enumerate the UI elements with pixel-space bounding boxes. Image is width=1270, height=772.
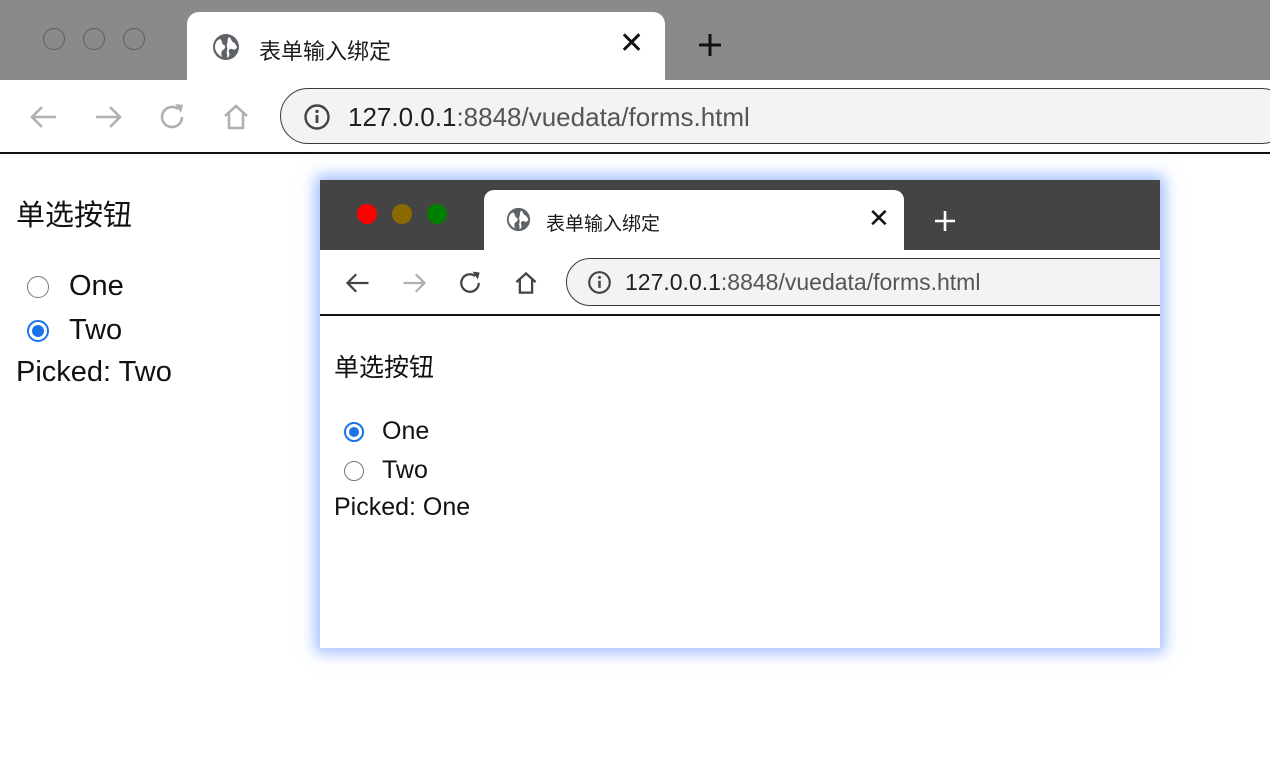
radio-label: Two <box>69 314 123 346</box>
home-icon[interactable] <box>220 101 252 138</box>
url-text: 127.0.0.1:8848/vuedata/forms.html <box>625 269 980 296</box>
back-arrow-icon[interactable] <box>28 101 60 138</box>
window-minimize-light[interactable] <box>83 28 105 50</box>
globe-icon <box>212 33 240 66</box>
inner-browser-toolbar: 127.0.0.1:8848/vuedata/forms.html <box>320 250 1160 316</box>
home-icon[interactable] <box>512 269 540 302</box>
info-icon[interactable] <box>303 103 331 136</box>
reload-icon[interactable] <box>156 101 188 138</box>
close-icon[interactable]: ✕ <box>619 29 644 59</box>
browser-tab[interactable]: 表单输入绑定 ✕ <box>187 12 665 80</box>
radio-option-two[interactable]: Two <box>27 314 122 347</box>
radio-button[interactable] <box>27 319 49 342</box>
inner-tab-strip: 表单输入绑定 ✕ <box>320 180 1160 250</box>
address-bar[interactable]: 127.0.0.1:8848/vuedata/forms.html <box>566 258 1160 306</box>
radio-button[interactable] <box>344 421 364 442</box>
radio-option-one[interactable]: One <box>344 417 429 446</box>
reload-icon[interactable] <box>456 269 484 302</box>
tab-strip: 表单输入绑定 ✕ <box>0 0 1270 80</box>
radio-button[interactable] <box>344 460 364 481</box>
back-arrow-icon[interactable] <box>344 269 372 302</box>
radio-label: One <box>69 270 124 302</box>
page-heading: 单选按钮 <box>16 200 133 232</box>
url-host: 127.0.0.1 <box>625 269 721 295</box>
radio-option-two[interactable]: Two <box>344 456 428 485</box>
info-icon[interactable] <box>587 270 612 300</box>
picked-output: Picked: Two <box>16 356 172 388</box>
url-text: 127.0.0.1:8848/vuedata/forms.html <box>348 102 750 133</box>
address-bar[interactable]: 127.0.0.1:8848/vuedata/forms.html <box>280 88 1270 144</box>
window-minimize-light[interactable] <box>392 204 412 224</box>
url-host: 127.0.0.1 <box>348 102 457 132</box>
window-zoom-light[interactable] <box>427 204 447 224</box>
globe-icon <box>506 207 531 237</box>
plus-icon[interactable] <box>932 208 958 239</box>
close-icon[interactable]: ✕ <box>868 205 890 231</box>
url-path: :8848/vuedata/forms.html <box>456 102 750 132</box>
page-heading: 单选按钮 <box>334 354 435 382</box>
tab-title: 表单输入绑定 <box>259 39 392 64</box>
inner-browser-window: 表单输入绑定 ✕ 127.0.0.1:8848/vuedata/forms.ht… <box>320 180 1160 648</box>
radio-button[interactable] <box>27 275 49 298</box>
radio-option-one[interactable]: One <box>27 270 124 303</box>
plus-icon[interactable] <box>693 28 727 67</box>
forward-arrow-icon[interactable] <box>92 101 124 138</box>
forward-arrow-icon[interactable] <box>400 269 428 302</box>
picked-output: Picked: One <box>334 493 471 521</box>
radio-label: Two <box>382 456 428 484</box>
tab-title: 表单输入绑定 <box>546 214 661 235</box>
url-path: :8848/vuedata/forms.html <box>720 269 981 295</box>
radio-label: One <box>382 417 430 445</box>
browser-toolbar: 127.0.0.1:8848/vuedata/forms.html <box>0 80 1270 154</box>
window-close-light[interactable] <box>43 28 65 50</box>
window-zoom-light[interactable] <box>123 28 145 50</box>
inner-browser-tab[interactable]: 表单输入绑定 ✕ <box>484 190 904 250</box>
window-close-light[interactable] <box>357 204 377 224</box>
